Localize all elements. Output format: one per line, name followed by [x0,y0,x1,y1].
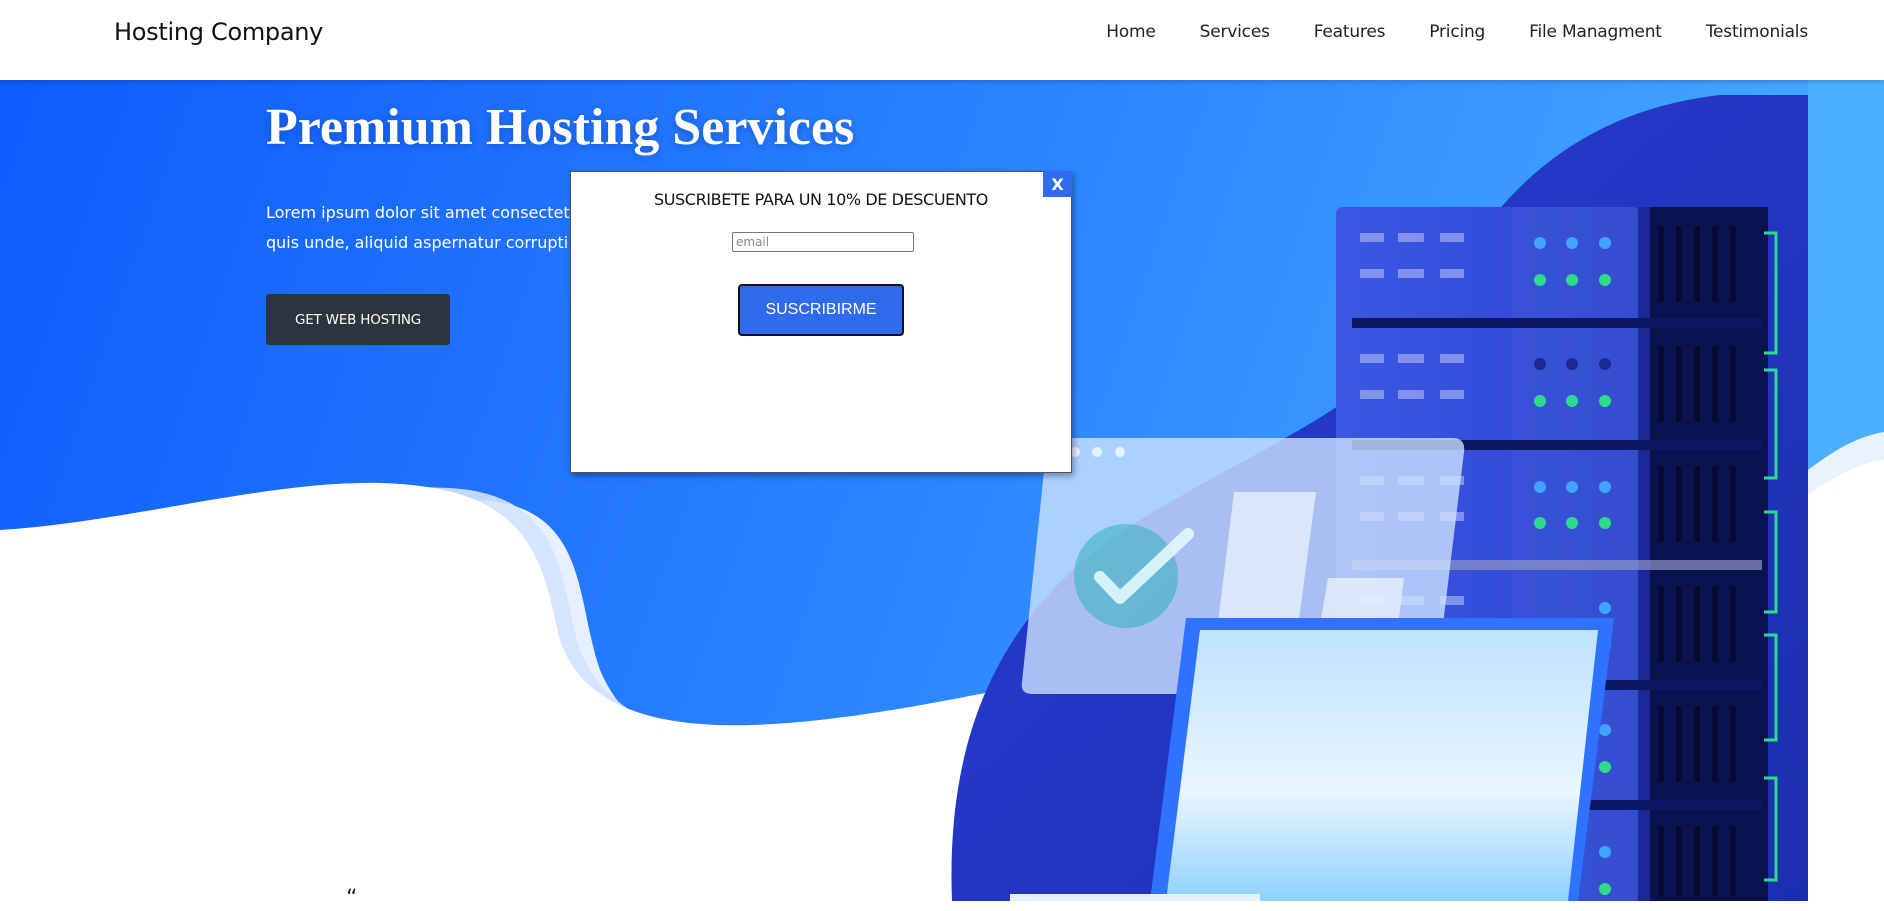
nav-link-features[interactable]: Features [1314,22,1386,42]
nav-link-file-management[interactable]: File Managment [1529,22,1662,42]
hero-description: Lorem ipsum dolor sit amet consectetur a… [266,198,586,260]
navbar: Hosting Company Home Services Features P… [0,0,1884,80]
email-input[interactable] [732,232,914,252]
nav-link-testimonials[interactable]: Testimonials [1706,22,1808,42]
subscribe-button[interactable]: SUSCRIBIRME [738,284,904,336]
nav-link-services[interactable]: Services [1200,22,1270,42]
nav-menu: Home Services Features Pricing File Mana… [1106,22,1808,42]
get-web-hosting-button[interactable]: GET WEB HOSTING [266,294,450,345]
check-circle-icon [1074,524,1178,628]
below-fold-cut-text: “ [346,886,358,911]
subscribe-modal: X SUSCRIBETE PARA UN 10% DE DESCUENTO SU… [570,171,1072,473]
modal-title: SUSCRIBETE PARA UN 10% DE DESCUENTO [653,190,988,209]
hero-title: Premium Hosting Services [266,99,855,156]
hero-description-line-1: Lorem ipsum dolor sit amet consectetur a… [266,203,586,222]
brand-logo-link[interactable]: Hosting Company [114,18,323,46]
nav-link-home[interactable]: Home [1106,22,1156,42]
nav-link-pricing[interactable]: Pricing [1429,22,1485,42]
hero-description-line-2: quis unde, aliquid aspernatur corrupti. [266,233,574,252]
